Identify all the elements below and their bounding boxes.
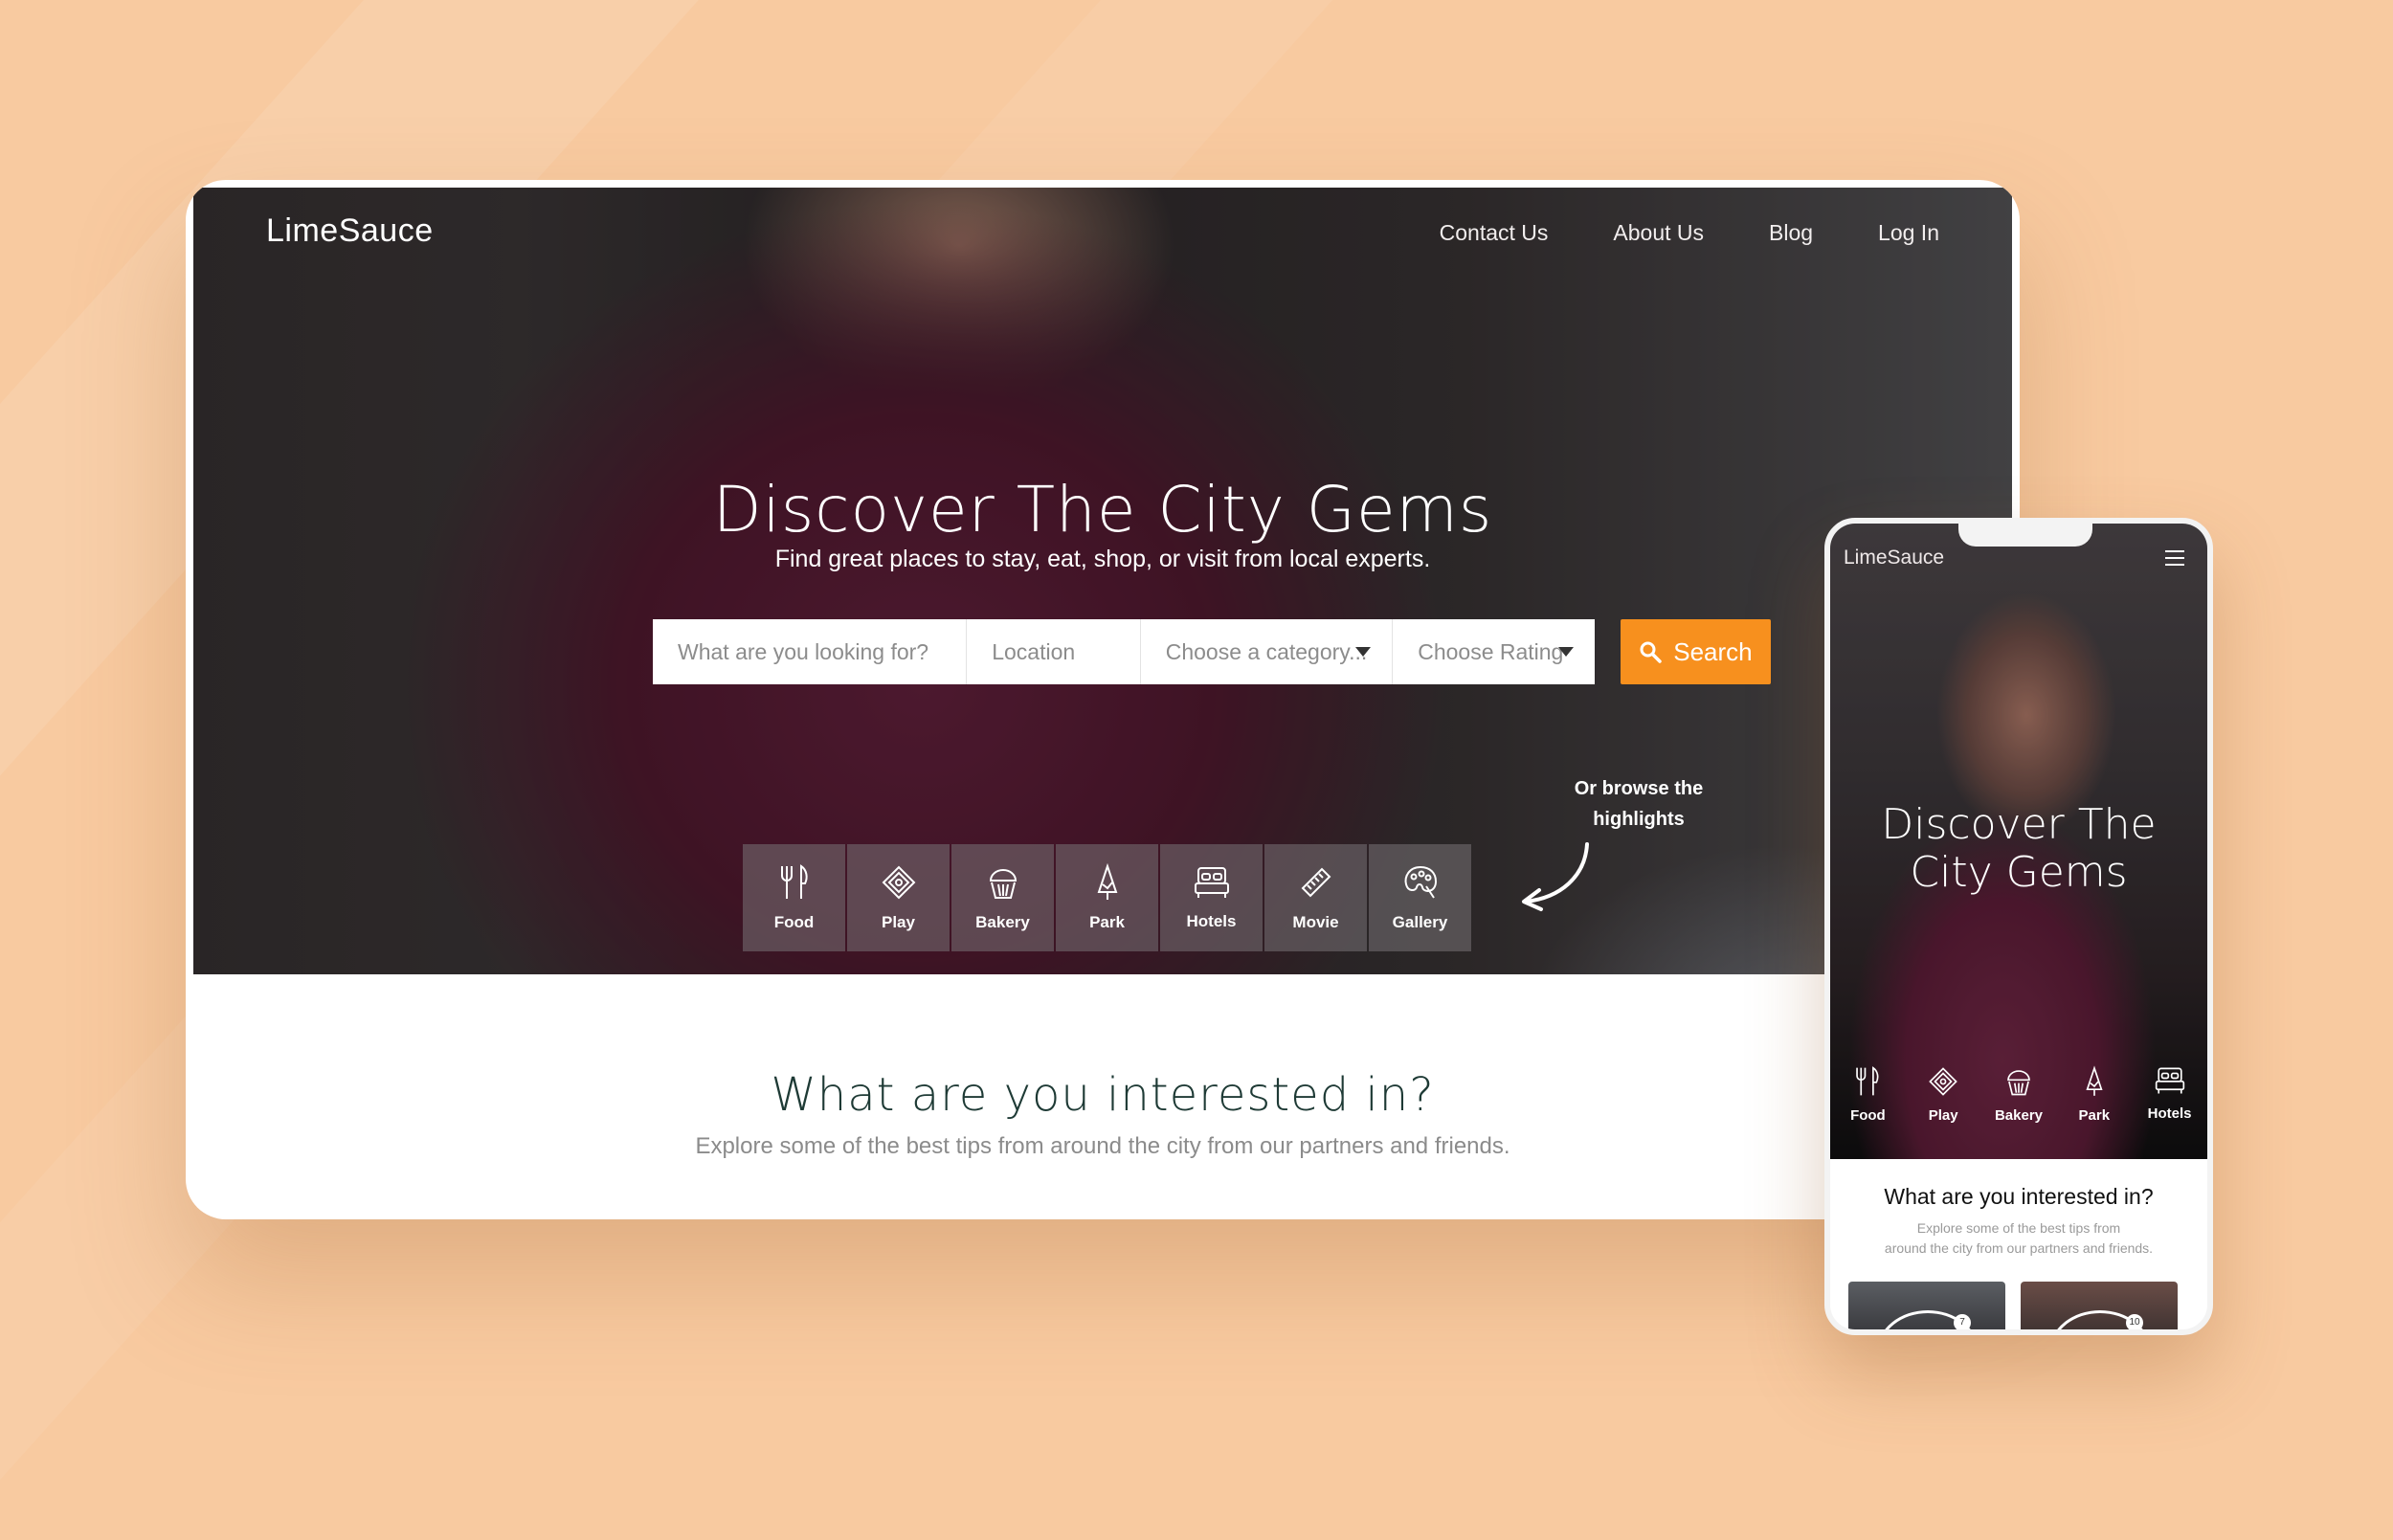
browse-hint-line: highlights — [1593, 809, 1685, 830]
mobile-category-bar: Food Play Bakery Park Hotels — [1830, 1065, 2207, 1124]
mobile-category-label: Play — [1928, 1107, 1958, 1124]
cupcake-icon — [2007, 1070, 2030, 1096]
mobile-category-label: Food — [1850, 1107, 1886, 1124]
category-label: Play — [882, 913, 915, 931]
hero-title: Discover The City Gems — [712, 473, 1493, 547]
mobile-place-card[interactable]: 10 — [2021, 1282, 2178, 1329]
category-bakery[interactable]: Bakery — [951, 844, 1054, 951]
category-label: Gallery — [1392, 913, 1448, 931]
palette-icon — [1404, 865, 1437, 899]
search-button[interactable]: Search — [1620, 619, 1771, 684]
ticket-icon — [882, 865, 915, 900]
ticket-icon — [1929, 1067, 1957, 1096]
caret-down-icon — [1355, 647, 1372, 657]
mobile-category-park[interactable]: Park — [2061, 1065, 2128, 1124]
category-label: Bakery — [975, 913, 1030, 931]
brand-logo[interactable]: LimeSauce — [266, 212, 434, 250]
search-button-label: Search — [1673, 636, 1753, 666]
category-label: Movie — [1292, 913, 1339, 931]
category-park[interactable]: Park — [1056, 844, 1158, 951]
interest-subtitle: Explore some of the best tips from aroun… — [695, 1133, 1510, 1159]
mobile-hero-title: Discover The City Gems — [1830, 801, 2207, 897]
browse-hint: Or browse the highlights — [1524, 773, 1754, 835]
desktop-mockup: LimeSauce Contact Us About Us Blog Log I… — [186, 180, 2020, 1219]
category-gallery[interactable]: Gallery — [1369, 844, 1471, 951]
tree-icon — [2086, 1065, 2103, 1096]
phone-notch — [1958, 524, 2092, 547]
rating-select-value: Choose Rating — [1418, 638, 1564, 664]
mobile-interest-heading: What are you interested in? — [1884, 1184, 2154, 1209]
mobile-hero: LimeSauce Discover The City Gems Food Pl… — [1830, 524, 2207, 1159]
curved-arrow-icon — [1522, 842, 1589, 911]
category-food[interactable]: Food — [743, 844, 845, 951]
nav-blog[interactable]: Blog — [1769, 220, 1813, 246]
category-select[interactable]: Choose a category... — [1140, 619, 1394, 684]
mobile-category-bakery[interactable]: Bakery — [1985, 1065, 2052, 1124]
main-nav: Contact Us About Us Blog Log In — [1440, 220, 1939, 246]
search-bar: What are you looking for? Location Choos… — [653, 619, 1771, 684]
mobile-category-label: Park — [2078, 1107, 2111, 1124]
mobile-category-food[interactable]: Food — [1834, 1065, 1901, 1124]
mobile-brand-logo[interactable]: LimeSauce — [1844, 547, 1944, 569]
mobile-category-label: Hotels — [2147, 1105, 2192, 1122]
card-count-badge: 7 — [1954, 1314, 1971, 1329]
keyword-input[interactable]: What are you looking for? — [653, 619, 968, 684]
hero-section: LimeSauce Contact Us About Us Blog Log I… — [193, 188, 2012, 974]
mobile-mockup: LimeSauce Discover The City Gems Food Pl… — [1824, 518, 2213, 1335]
location-input[interactable]: Location — [967, 619, 1141, 684]
mobile-interest-subtitle-line: around the city from our partners and fr… — [1884, 1240, 2154, 1256]
mobile-interest-subtitle-line: Explore some of the best tips from — [1916, 1220, 2121, 1236]
mobile-place-card[interactable]: 7 — [1848, 1282, 2005, 1329]
card-count-badge: 10 — [2126, 1314, 2143, 1329]
bed-icon — [2155, 1067, 2184, 1094]
category-movie[interactable]: Movie — [1264, 844, 1367, 951]
rating-select[interactable]: Choose Rating — [1393, 619, 1595, 684]
hero-subtitle: Find great places to stay, eat, shop, or… — [774, 546, 1431, 572]
mobile-category-play[interactable]: Play — [1910, 1065, 1977, 1124]
mobile-hero-title-line: Discover The — [1881, 800, 2157, 849]
film-icon — [1301, 867, 1331, 898]
fork-knife-icon — [1856, 1066, 1879, 1096]
category-hotels[interactable]: Hotels — [1160, 844, 1263, 951]
caret-down-icon — [1557, 647, 1574, 657]
category-label: Hotels — [1186, 912, 1237, 930]
category-label: Park — [1089, 913, 1125, 931]
browse-hint-line: Or browse the — [1574, 778, 1704, 799]
category-play[interactable]: Play — [847, 844, 950, 951]
mobile-category-hotels[interactable]: Hotels — [2136, 1065, 2203, 1124]
nav-contact-us[interactable]: Contact Us — [1440, 220, 1549, 246]
interest-heading: What are you interested in? — [771, 1068, 1435, 1122]
mobile-interest-subtitle: Explore some of the best tips from aroun… — [1868, 1218, 2169, 1259]
cupcake-icon — [989, 869, 1017, 899]
category-bar: Food Play Bakery Park Hotels Movie Galle… — [743, 844, 1471, 951]
category-label: Food — [773, 913, 815, 931]
fork-knife-icon — [780, 864, 808, 899]
mobile-hero-title-line: City Gems — [1910, 848, 2128, 897]
category-select-value: Choose a category... — [1165, 638, 1368, 664]
bed-icon — [1194, 867, 1229, 898]
tree-icon — [1097, 863, 1117, 900]
nav-about-us[interactable]: About Us — [1613, 220, 1704, 246]
mobile-category-label: Bakery — [1994, 1107, 2043, 1124]
search-icon — [1640, 641, 1662, 663]
nav-log-in[interactable]: Log In — [1878, 220, 1939, 246]
hamburger-menu-icon[interactable] — [2165, 550, 2184, 570]
